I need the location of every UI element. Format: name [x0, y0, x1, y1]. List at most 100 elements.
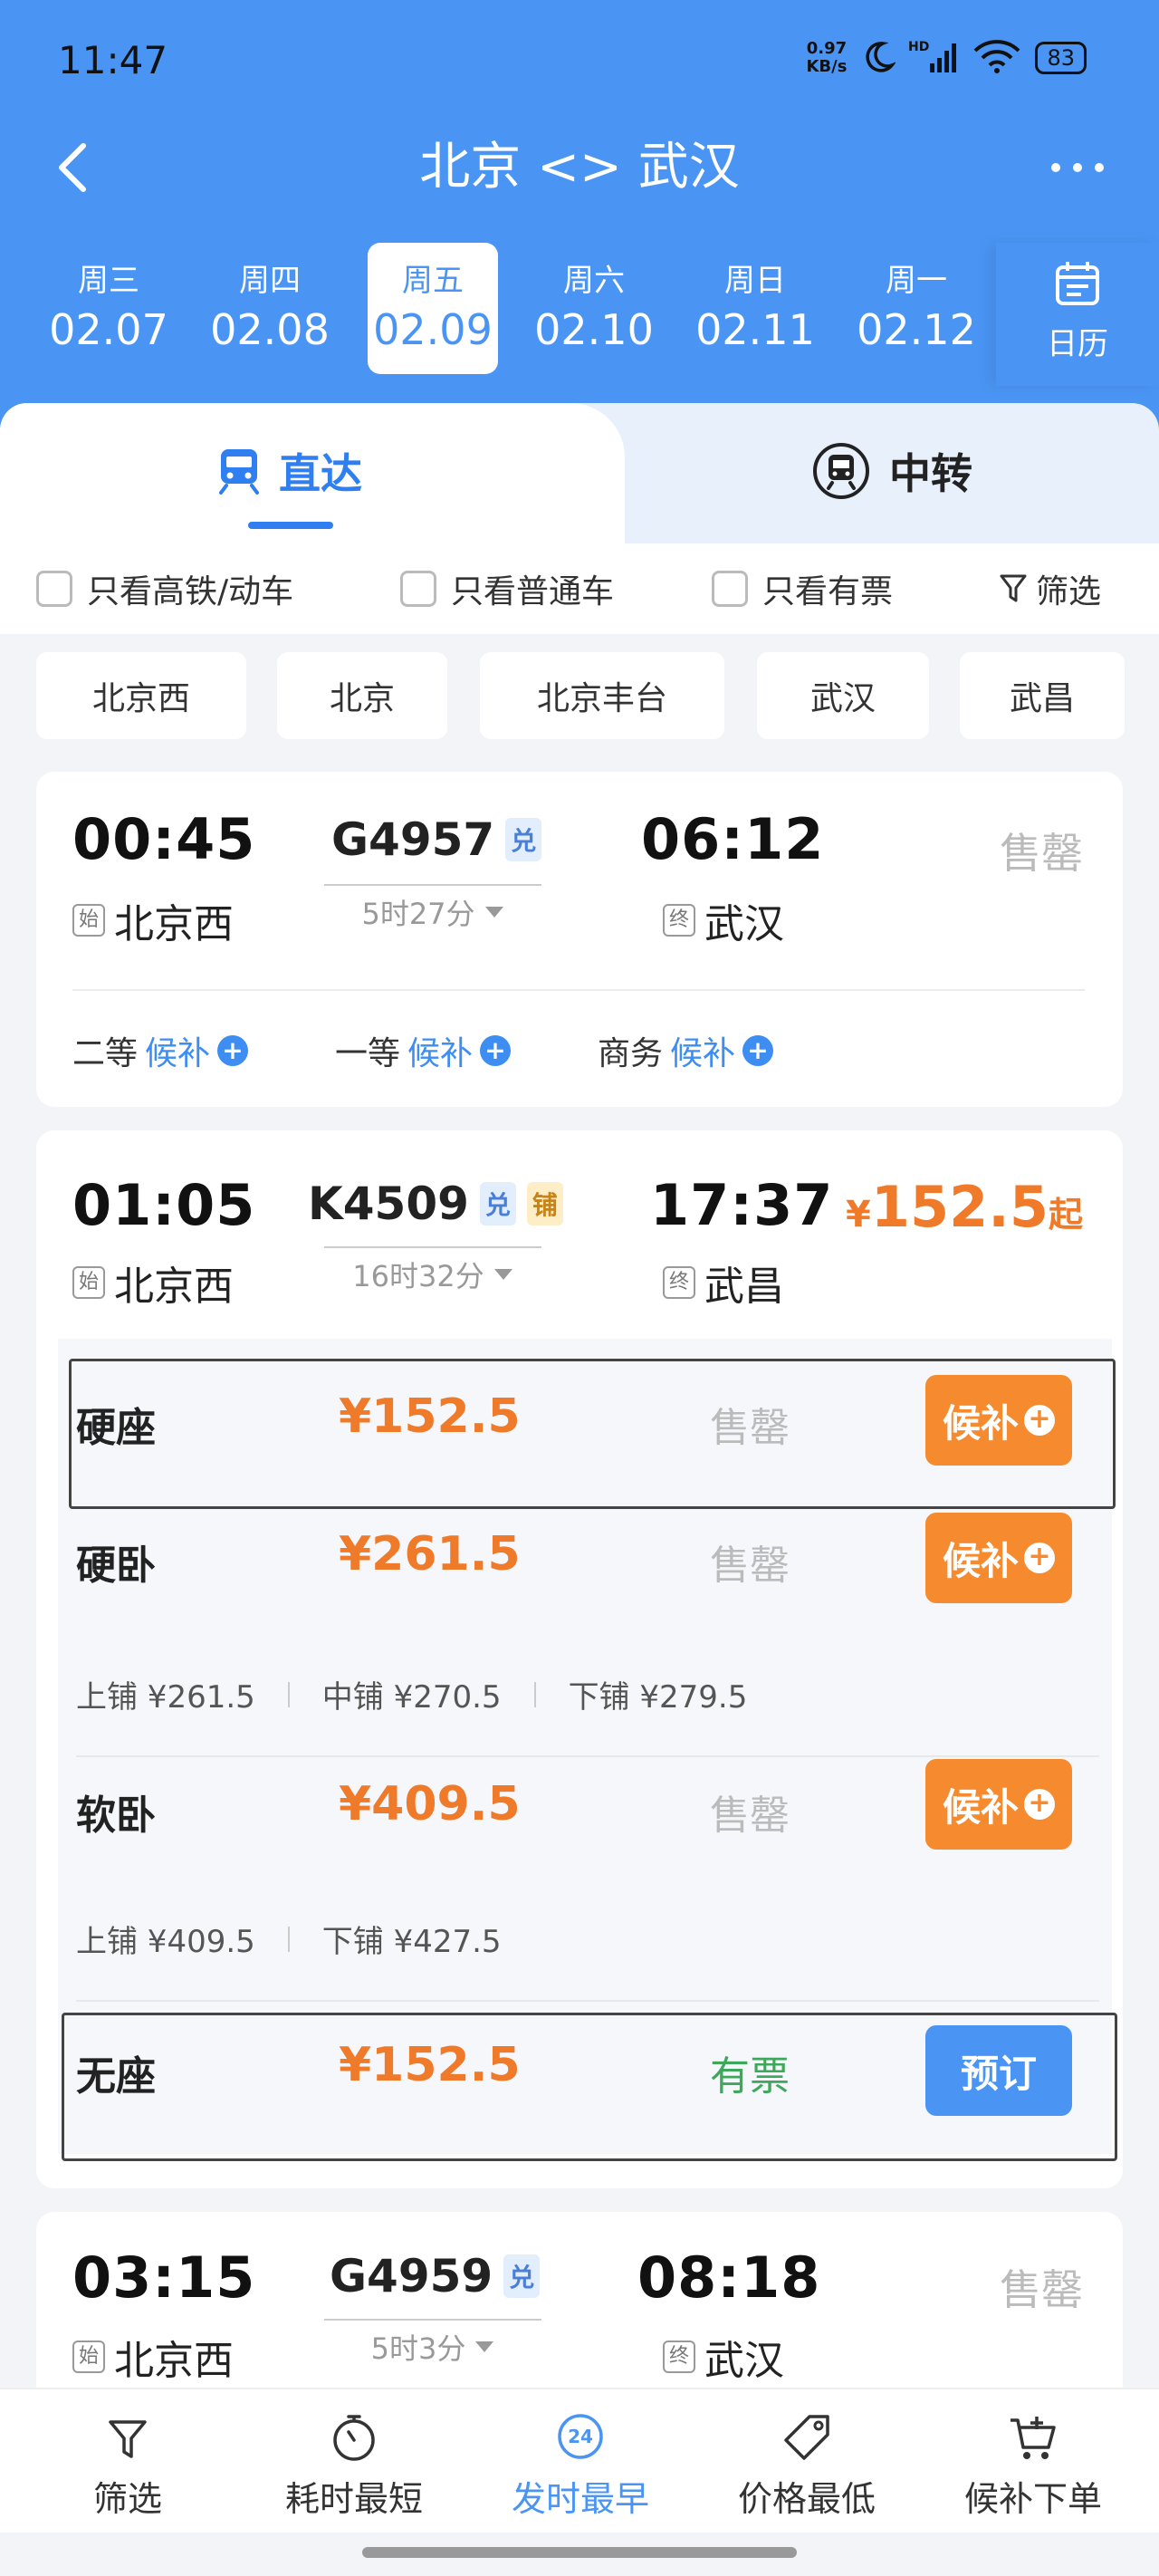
date-item-0210[interactable]: 周六 02.10 — [522, 243, 666, 374]
arrival-time: 08:18 — [637, 2244, 821, 2311]
sort-earliest-departure[interactable]: 24 发时最早 — [467, 2389, 694, 2534]
route-title: 北京 <> 武汉 — [419, 138, 740, 197]
filter-button[interactable]: 筛选 — [1000, 562, 1101, 616]
caret-down-icon — [493, 1269, 512, 1280]
seat-first-class-waitlist[interactable]: 一等 候补 + — [335, 1027, 512, 1074]
plus-circle-icon: + — [1024, 1789, 1055, 1820]
lowest-price: ¥152.5起 — [846, 1174, 1083, 1240]
date-item-0208[interactable]: 周四 02.08 — [197, 243, 342, 374]
bottom-sort-bar: 筛选 耗时最短 24 发时最早 价格最低 候补下单 — [0, 2388, 1159, 2533]
departure-station: 始 北京西 — [72, 2328, 234, 2386]
waitlist-order[interactable]: 候补下单 — [920, 2389, 1146, 2534]
funnel-icon — [1000, 574, 1027, 602]
seat-row-hard-sleeper: 硬卧 ¥261.5 售罄 候补 + — [76, 1513, 1099, 1625]
duration[interactable]: 16时32分 — [324, 1246, 541, 1295]
svg-text:HD: HD — [908, 40, 929, 54]
waitlist-button[interactable]: 候补 + — [925, 1513, 1072, 1603]
departure-time: 00:45 — [72, 806, 256, 872]
exchange-tag: 兑 — [505, 818, 542, 861]
clock-24-icon: 24 — [558, 2414, 603, 2459]
date-item-0209[interactable]: 周五 02.09 — [368, 243, 498, 374]
date-strip: 周三 02.07 周四 02.08 周五 02.09 周六 02.10 周日 0… — [18, 243, 978, 374]
train-number: K4509 兑 铺 — [308, 1177, 563, 1230]
stopwatch-icon — [333, 2415, 375, 2461]
arrival-station: 终 武汉 — [663, 891, 784, 949]
arrival-station: 终 武汉 — [663, 2328, 784, 2386]
filter-high-speed-checkbox[interactable]: 只看高铁/动车 — [36, 562, 293, 616]
arrival-time: 06:12 — [641, 806, 825, 872]
funnel-icon — [109, 2420, 147, 2458]
terminal-badge: 终 — [663, 2341, 695, 2373]
terminal-badge: 终 — [663, 904, 695, 937]
plus-circle-icon: + — [480, 1035, 512, 1066]
arrival-time: 17:37 — [650, 1172, 834, 1238]
departure-time: 03:15 — [72, 2244, 256, 2311]
filter-normal-train-checkbox[interactable]: 只看普通车 — [400, 562, 614, 616]
date-item-0207[interactable]: 周三 02.07 — [36, 243, 181, 374]
more-dots-icon — [1051, 163, 1104, 172]
home-indicator[interactable] — [362, 2547, 797, 2558]
separator — [287, 1681, 290, 1707]
calendar-icon — [1056, 262, 1099, 305]
berth-tag: 铺 — [526, 1182, 563, 1226]
date-item-0211[interactable]: 周日 02.11 — [683, 243, 828, 374]
train-icon — [219, 449, 259, 495]
origin-badge: 始 — [72, 904, 105, 937]
station-chip-wuhan[interactable]: 武汉 — [757, 652, 929, 739]
duration[interactable]: 5时27分 — [324, 884, 541, 933]
seat-second-class-waitlist[interactable]: 二等 候补 + — [72, 1027, 249, 1074]
departure-time: 01:05 — [72, 1172, 256, 1238]
origin-badge: 始 — [72, 1266, 105, 1299]
plus-circle-icon: + — [217, 1035, 249, 1066]
status-time: 11:47 — [58, 38, 168, 82]
status-bar: 11:47 0.97 KB/s HD 83 — [0, 0, 1159, 118]
sold-out-status: 售罄 — [1000, 2265, 1083, 2314]
exchange-tag: 兑 — [479, 1182, 516, 1226]
station-chip-wuchang[interactable]: 武昌 — [960, 652, 1125, 739]
status-icons: 0.97 KB/s HD 83 — [806, 38, 1087, 78]
tab-active-indicator — [248, 522, 333, 529]
checkbox-box — [400, 571, 436, 607]
checkbox-box — [712, 571, 748, 607]
plus-circle-icon: + — [742, 1035, 774, 1066]
train-card-g4957[interactable]: 00:45 始 北京西 G4957 兑 5时27分 06:12 终 武汉 售罄 … — [36, 772, 1123, 1107]
filter-available-checkbox[interactable]: 只看有票 — [712, 562, 893, 616]
station-chip-beijingfengtai[interactable]: 北京丰台 — [480, 652, 724, 739]
sort-lowest-price[interactable]: 价格最低 — [694, 2389, 920, 2534]
terminal-badge: 终 — [663, 1266, 695, 1299]
highlight-box-hard-seat — [69, 1359, 1116, 1509]
date-item-0212[interactable]: 周一 02.12 — [844, 243, 989, 374]
plus-circle-icon: + — [1024, 1543, 1055, 1573]
departure-station: 始 北京西 — [72, 891, 234, 949]
divider — [76, 1755, 1099, 1757]
cart-plus-icon — [1011, 2417, 1056, 2459]
tab-transfer[interactable]: 中转 — [625, 403, 1159, 539]
separator — [287, 1926, 290, 1952]
checkbox-box — [36, 571, 72, 607]
tab-direct[interactable]: 直达 — [0, 403, 580, 539]
hard-sleeper-berth-prices: 上铺 ¥261.5 中铺 ¥270.5 下铺 ¥279.5 — [76, 1679, 748, 1716]
divider — [72, 989, 1085, 991]
back-button[interactable] — [45, 136, 100, 199]
transfer-icon — [813, 443, 869, 499]
duration[interactable]: 5时3分 — [324, 2319, 541, 2368]
sort-shortest-duration[interactable]: 耗时最短 — [241, 2389, 467, 2534]
seat-business-waitlist[interactable]: 商务 候补 + — [598, 1027, 774, 1074]
svg-text:24: 24 — [568, 2426, 593, 2447]
price-tag-icon — [784, 2415, 829, 2460]
exchange-tag: 兑 — [503, 2254, 541, 2298]
waitlist-button[interactable]: 候补 + — [925, 1759, 1072, 1850]
train-number: G4959 兑 — [330, 2250, 541, 2302]
station-chip-beijingxi[interactable]: 北京西 — [36, 652, 246, 739]
battery-indicator: 83 — [1035, 42, 1087, 74]
more-button[interactable] — [1041, 136, 1114, 199]
chevron-left-icon — [59, 143, 86, 192]
caret-down-icon — [484, 907, 503, 918]
sort-filter[interactable]: 筛选 — [14, 2389, 241, 2534]
sold-out-status: 售罄 — [1000, 829, 1083, 878]
soft-sleeper-berth-prices: 上铺 ¥409.5 下铺 ¥427.5 — [76, 1924, 502, 1960]
station-chip-beijing[interactable]: 北京 — [277, 652, 447, 739]
caret-down-icon — [475, 2341, 494, 2352]
calendar-button[interactable]: 日历 — [996, 243, 1159, 386]
signal-icon: HD — [908, 38, 959, 78]
